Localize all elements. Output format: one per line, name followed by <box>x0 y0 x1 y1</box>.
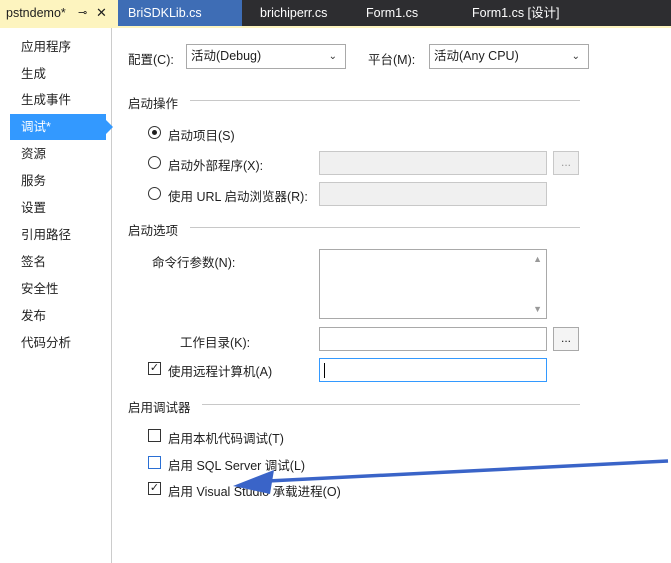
section-divider <box>190 227 580 228</box>
sidebar-item-resources[interactable]: 资源 <box>10 141 106 167</box>
start-external-radio[interactable] <box>148 156 161 169</box>
working-dir-label: 工作目录(K): <box>180 336 251 350</box>
text-caret <box>324 363 325 378</box>
chevron-down-icon: ⌄ <box>328 51 337 62</box>
tab-form1-design[interactable]: Form1.cs [设计] <box>458 0 603 26</box>
scroll-down-icon[interactable]: ▼ <box>533 304 542 314</box>
sidebar-item-services[interactable]: 服务 <box>10 168 106 194</box>
section-divider <box>190 100 580 101</box>
start-external-label[interactable]: 启动外部程序(X): <box>168 155 263 174</box>
properties-sidebar: 应用程序 生成 生成事件 调试* 资源 服务 设置 引用路径 签名 安全性 发布… <box>0 28 113 563</box>
arrow-shaft <box>267 459 669 483</box>
sidebar-item-reference-paths[interactable]: 引用路径 <box>10 222 106 248</box>
cmd-args-textarea[interactable]: ▲ ▼ <box>319 249 547 319</box>
remote-machine-label[interactable]: 使用远程计算机(A) <box>168 361 272 380</box>
start-options-heading: 启动选项 <box>128 224 179 238</box>
platform-label: 平台(M): <box>368 53 416 67</box>
remote-machine-checkbox[interactable]: ✓ <box>148 362 161 375</box>
start-project-radio[interactable] <box>148 126 161 139</box>
pin-icon[interactable]: ⊸ <box>78 0 87 26</box>
tab-label: BriSDKLib.cs <box>128 6 202 20</box>
sidebar-item-publish[interactable]: 发布 <box>10 303 106 329</box>
sidebar-item-signing[interactable]: 签名 <box>10 249 106 275</box>
sidebar-item-build-events[interactable]: 生成事件 <box>10 87 106 113</box>
debuggers-heading: 启用调试器 <box>128 401 191 415</box>
external-program-field <box>319 151 547 175</box>
sidebar-item-settings[interactable]: 设置 <box>10 195 106 221</box>
sidebar-item-code-analysis[interactable]: 代码分析 <box>10 330 106 356</box>
start-url-radio[interactable] <box>148 187 161 200</box>
config-value: 活动(Debug) <box>191 49 262 63</box>
native-debug-checkbox[interactable] <box>148 429 161 442</box>
tab-brichiperr[interactable]: brichiperr.cs <box>242 0 356 26</box>
working-dir-field[interactable] <box>319 327 547 351</box>
close-icon[interactable]: ✕ <box>96 0 107 26</box>
start-project-label[interactable]: 启动项目(S) <box>168 125 235 144</box>
sidebar-item-application[interactable]: 应用程序 <box>10 34 106 60</box>
sql-debug-label[interactable]: 启用 SQL Server 调试(L) <box>168 455 305 474</box>
tab-label: pstndemo* <box>6 6 66 20</box>
section-divider <box>202 404 580 405</box>
native-debug-label[interactable]: 启用本机代码调试(T) <box>168 428 284 447</box>
external-browse-button: ... <box>553 151 579 175</box>
cmd-args-label: 命令行参数(N): <box>152 256 236 270</box>
working-dir-browse-button[interactable]: ... <box>553 327 579 351</box>
vshost-label[interactable]: 启用 Visual Studio 承载进程(O) <box>168 481 341 500</box>
sql-debug-checkbox[interactable] <box>148 456 161 469</box>
start-action-heading: 启动操作 <box>128 97 179 111</box>
tab-pstndemo[interactable]: pstndemo* ⊸ ✕ <box>0 0 118 26</box>
platform-value: 活动(Any CPU) <box>434 49 519 63</box>
config-select[interactable]: 活动(Debug) ⌄ <box>186 44 346 69</box>
start-url-field <box>319 182 547 206</box>
start-url-label[interactable]: 使用 URL 启动浏览器(R): <box>168 186 308 205</box>
sidebar-item-build[interactable]: 生成 <box>10 61 106 87</box>
tab-brisdklib[interactable]: BriSDKLib.cs <box>118 0 242 26</box>
scroll-up-icon[interactable]: ▲ <box>533 254 542 264</box>
chevron-down-icon: ⌄ <box>571 51 580 62</box>
document-tab-bar: pstndemo* ⊸ ✕ BriSDKLib.cs brichiperr.cs… <box>0 0 671 26</box>
tab-label: Form1.cs [设计] <box>472 6 560 20</box>
sidebar-item-security[interactable]: 安全性 <box>10 276 106 302</box>
remote-machine-field[interactable] <box>319 358 547 382</box>
tab-form1-cs[interactable]: Form1.cs <box>356 0 458 26</box>
sidebar-item-debug[interactable]: 调试* <box>10 114 113 140</box>
platform-select[interactable]: 活动(Any CPU) ⌄ <box>429 44 589 69</box>
tab-label: Form1.cs <box>366 6 419 20</box>
config-label: 配置(C): <box>128 53 174 67</box>
tab-label: brichiperr.cs <box>260 6 328 20</box>
vshost-checkbox[interactable]: ✓ <box>148 482 161 495</box>
